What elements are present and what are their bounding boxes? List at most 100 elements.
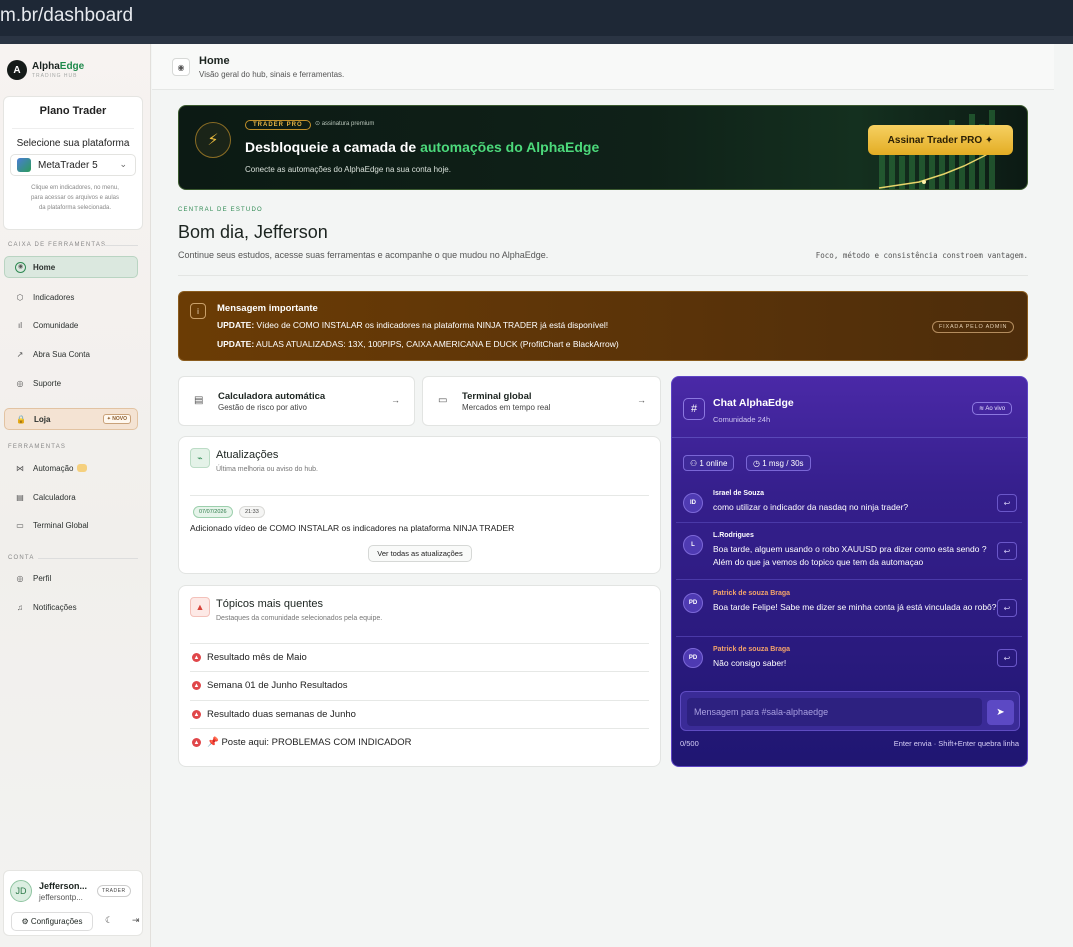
page-header: ◉ Home Visão geral do hub, sinais e ferr… <box>152 44 1054 90</box>
chat-panel: # Chat AlphaEdge Comunidade 24h ≋ Ao viv… <box>671 376 1028 767</box>
card-subtitle: Destaques da comunidade selecionados pel… <box>216 615 383 622</box>
chat-message-input[interactable] <box>687 698 982 726</box>
sidebar-item-label: Calculadora <box>33 492 76 502</box>
sidebar-item-label: Perfil <box>33 573 52 583</box>
url-text[interactable]: m.br/dashboard <box>0 5 133 27</box>
avatar: ID <box>683 493 703 513</box>
divider <box>672 437 1027 438</box>
character-counter: 0/500 <box>680 739 699 748</box>
info-icon: i <box>190 303 206 319</box>
avatar: L <box>683 535 703 555</box>
sidebar-item-label: Abra Sua Conta <box>33 349 90 359</box>
section-label-account: CONTA <box>8 555 138 561</box>
timer-icon: ◷ <box>753 458 763 468</box>
lock-icon: 🔒 <box>16 414 26 424</box>
reply-icon[interactable]: ↩ <box>997 599 1017 617</box>
section-label-features: FERRAMENTAS <box>8 444 67 450</box>
sidebar-item-label: Notificações <box>33 602 77 612</box>
sidebar-item-calculadora[interactable]: ▤ Calculadora <box>4 486 138 508</box>
notice-line: UPDATE: AULAS ATUALIZADAS: 13X, 100PIPS,… <box>217 339 619 349</box>
message-text: Não consigo saber! <box>713 658 787 668</box>
plan-badge: TRADER <box>97 885 131 897</box>
bar-chart-icon: ıl <box>18 320 22 330</box>
section-label-tools: CAIXA DE FERRAMENTAS <box>8 242 138 248</box>
reply-icon[interactable]: ↩ <box>997 494 1017 512</box>
message-author: L.Rodrigues <box>713 532 754 539</box>
monitor-icon: ▭ <box>16 520 24 530</box>
shortcut-title: Terminal global <box>462 391 532 402</box>
sidebar-item-loja[interactable]: 🔒 Loja ✦ NOVO <box>4 408 138 430</box>
update-text: Adicionado vídeo de COMO INSTALAR os ind… <box>190 523 515 533</box>
pinned-badge: FIXADA PELO ADMIN <box>932 321 1015 333</box>
topic-item[interactable]: ▲ Resultado duas semanas de Junho <box>190 700 649 728</box>
topic-item[interactable]: ▲ 📌 Poste aqui: PROBLEMAS COM INDICADOR <box>190 728 649 756</box>
reply-icon[interactable]: ↩ <box>997 542 1017 560</box>
message-text: como utilizar o indicador da nasdaq no n… <box>713 502 909 512</box>
promo-headline: Desbloqueie a camada de automações do Al… <box>245 139 600 155</box>
sidebar-item-perfil[interactable]: ◎ Perfil <box>4 567 138 589</box>
user-name: Jefferson... <box>39 881 88 891</box>
chat-message: PD Patrick de souza Braga Boa tarde Feli… <box>676 580 1022 637</box>
shortcut-title: Calculadora automática <box>218 391 326 402</box>
platform-help-text: Clique em indicadores, no menu, para ace… <box>30 185 120 211</box>
topic-item[interactable]: ▲ Resultado mês de Maio <box>190 643 649 671</box>
notice-line: UPDATE: Vídeo de COMO INSTALAR os indica… <box>217 320 609 330</box>
sidebar-item-label: Comunidade <box>33 320 79 330</box>
flame-icon: ▲ <box>192 738 201 747</box>
sidebar: A AlphaEdge TRADING HUB Plano Trader Sel… <box>0 44 151 947</box>
moon-icon[interactable]: ☾ <box>105 915 113 926</box>
sidebar-item-indicadores[interactable]: ⬡ Indicadores <box>4 286 138 308</box>
hot-topics-card: ▲ Tópicos mais quentes Destaques da comu… <box>178 585 661 767</box>
premium-label: ⊙ assinatura premium <box>315 121 375 127</box>
brand-logo[interactable]: A AlphaEdge TRADING HUB <box>7 60 84 80</box>
chat-message: ID Israel de Souza como utilizar o indic… <box>676 483 1022 523</box>
reply-icon[interactable]: ↩ <box>997 649 1017 667</box>
topic-item[interactable]: ▲ Semana 01 de Junho Resultados <box>190 671 649 699</box>
arrow-right-icon: → <box>637 395 646 405</box>
sidebar-item-abra-sua-conta[interactable]: ↗ Abra Sua Conta <box>4 343 138 365</box>
sidebar-item-automacao[interactable]: ⋈ Automação <box>4 457 138 479</box>
message-text: Boa tarde, alguem usando o robo XAUUSD p… <box>713 544 987 567</box>
sidebar-item-suporte[interactable]: ◎ Suporte <box>4 372 138 394</box>
automation-icon: ⋈ <box>16 463 24 473</box>
pulse-icon: ⌁ <box>190 448 210 468</box>
sidebar-item-label: Suporte <box>33 378 62 388</box>
user-email: jeffersontp... <box>39 893 83 902</box>
calculator-shortcut[interactable]: ▤ Calculadora automática Gestão de risco… <box>178 376 415 426</box>
sidebar-item-notificacoes[interactable]: ♫ Notificações <box>4 596 138 618</box>
subscribe-trader-pro-button[interactable]: Assinar Trader PRO ✦ <box>868 125 1013 155</box>
calculator-icon: ▤ <box>16 492 24 502</box>
message-text: Boa tarde Felipe! Sabe me dizer se minha… <box>713 602 997 612</box>
online-count: ⚇ 1 online <box>683 455 735 471</box>
home-icon: ◉ <box>15 261 26 273</box>
users-icon: ⚇ <box>690 458 700 468</box>
flame-icon: ▲ <box>192 653 201 662</box>
flame-icon: ▲ <box>192 710 201 719</box>
settings-button[interactable]: ⚙ Configurações <box>11 912 93 931</box>
home-icon: ◉ <box>172 58 190 76</box>
sidebar-item-comunidade[interactable]: ıl Comunidade <box>4 314 138 336</box>
logout-icon[interactable]: ⇥ <box>132 915 140 926</box>
terminal-icon: ▭ <box>438 395 448 406</box>
shortcut-subtitle: Gestão de risco por ativo <box>218 403 307 412</box>
metatrader-icon <box>17 158 31 172</box>
card-title: Tópicos mais quentes <box>216 598 323 610</box>
promo-description: Conecte as automações do AlphaEdge na su… <box>245 165 451 174</box>
avatar[interactable]: JD <box>10 880 32 902</box>
support-icon: ◎ <box>16 378 24 388</box>
platform-select[interactable]: MetaTrader 5 ⌄ <box>10 154 136 176</box>
send-icon[interactable]: ➤ <box>987 700 1014 725</box>
chat-message: L L.Rodrigues Boa tarde, alguem usando o… <box>676 523 1022 580</box>
plan-card: Plano Trader Selecione sua plataforma Me… <box>3 96 143 230</box>
lightning-icon: ⚡ <box>195 122 231 158</box>
important-notice: i Mensagem importante UPDATE: Vídeo de C… <box>178 291 1028 361</box>
sidebar-item-terminal-global[interactable]: ▭ Terminal Global <box>4 514 138 536</box>
divider <box>190 495 649 496</box>
rate-limit: ◷ 1 msg / 30s <box>746 455 811 471</box>
motto-text: Foco, método e consistência constroem va… <box>815 251 1028 260</box>
sidebar-item-home[interactable]: ◉ Home <box>4 256 138 278</box>
see-all-updates-button[interactable]: Ver todas as atualizações <box>368 545 472 562</box>
logo-icon: A <box>7 60 27 80</box>
trader-pro-banner: ⚡ TRADER PRO ⊙ assinatura premium Desblo… <box>178 105 1028 190</box>
terminal-shortcut[interactable]: ▭ Terminal global Mercados em tempo real… <box>422 376 661 426</box>
